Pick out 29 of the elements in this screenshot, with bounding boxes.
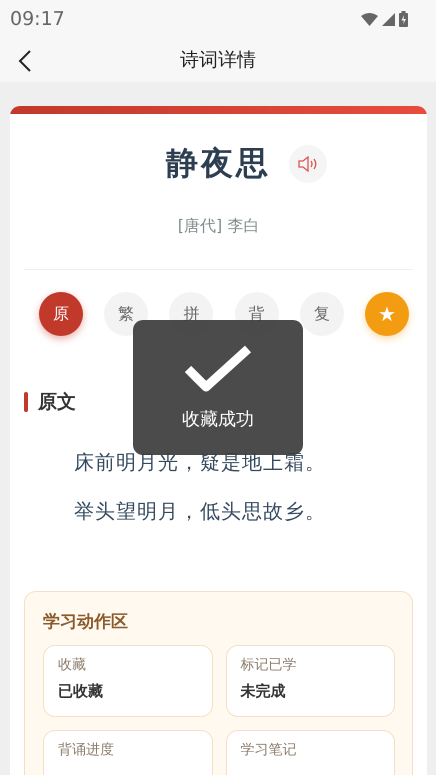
signal-icon <box>382 12 395 26</box>
battery-icon <box>399 11 408 27</box>
poem-line: 举头望明月，低头思故乡。 <box>74 498 327 525</box>
action-card[interactable]: 学习笔记 <box>226 730 395 775</box>
action-card[interactable]: 收藏 已收藏 <box>43 645 212 717</box>
card-label: 学习笔记 <box>240 741 298 759</box>
poem-title: 静夜思 <box>166 143 271 184</box>
poem-line: 床前明月光，疑是地上霜。 <box>74 449 327 476</box>
panel-title: 学习动作区 <box>43 611 129 633</box>
toast-message: 收藏成功 <box>182 408 254 430</box>
card-value: 已收藏 <box>58 682 104 701</box>
checkmark-icon <box>184 344 252 394</box>
speaker-icon <box>298 156 318 172</box>
page-title: 诗词详情 <box>180 48 256 73</box>
mode-tab[interactable]: 原 <box>39 292 83 336</box>
clock: 09:17 <box>10 8 65 30</box>
card-label: 标记已学 <box>240 656 298 674</box>
card-label: 背诵进度 <box>58 741 115 759</box>
action-card[interactable]: 背诵进度 <box>43 730 212 775</box>
wifi-icon <box>361 12 378 26</box>
action-card[interactable]: 标记已学 未完成 <box>226 645 395 717</box>
speaker-button[interactable] <box>289 145 327 183</box>
card-value: 未完成 <box>240 682 286 701</box>
mode-tab[interactable]: 复 <box>300 292 344 336</box>
card-label: 收藏 <box>58 656 87 674</box>
section-marker <box>24 392 28 412</box>
back-icon[interactable] <box>18 50 32 72</box>
section-title: 原文 <box>38 390 76 415</box>
poem-author: [唐代] 李白 <box>176 216 260 237</box>
